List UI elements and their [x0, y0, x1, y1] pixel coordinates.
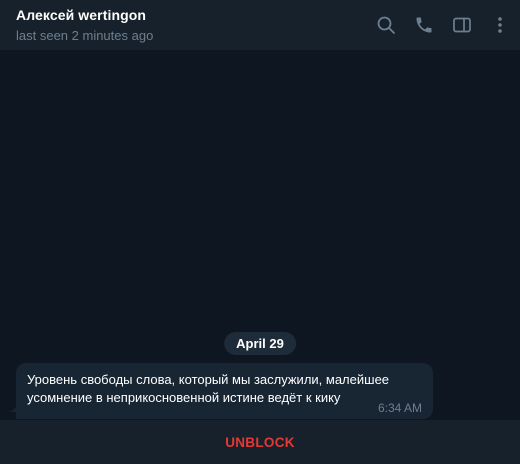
- chat-footer: UNBLOCK: [0, 420, 520, 464]
- message-time: 6:34 AM: [377, 401, 422, 415]
- phone-icon[interactable]: [412, 13, 436, 37]
- message-text: Уровень свободы слова, который мы заслуж…: [27, 372, 390, 405]
- last-seen-status: last seen 2 minutes ago: [16, 28, 154, 43]
- search-icon[interactable]: [374, 13, 398, 37]
- header-actions: [360, 13, 512, 37]
- more-vertical-icon[interactable]: [488, 13, 512, 37]
- message-area[interactable]: April 29 Уровень свободы слова, который …: [0, 50, 520, 420]
- date-separator: April 29: [224, 332, 296, 355]
- unblock-button[interactable]: UNBLOCK: [213, 429, 307, 456]
- contact-name[interactable]: Алексей wertingon: [16, 7, 146, 23]
- sidebar-toggle-icon[interactable]: [450, 13, 474, 37]
- message-bubble[interactable]: Уровень свободы слова, который мы заслуж…: [16, 363, 433, 419]
- chat-header: Алексей wertingon last seen 2 minutes ag…: [0, 0, 520, 50]
- chat-window: Алексей wertingon last seen 2 minutes ag…: [0, 0, 520, 464]
